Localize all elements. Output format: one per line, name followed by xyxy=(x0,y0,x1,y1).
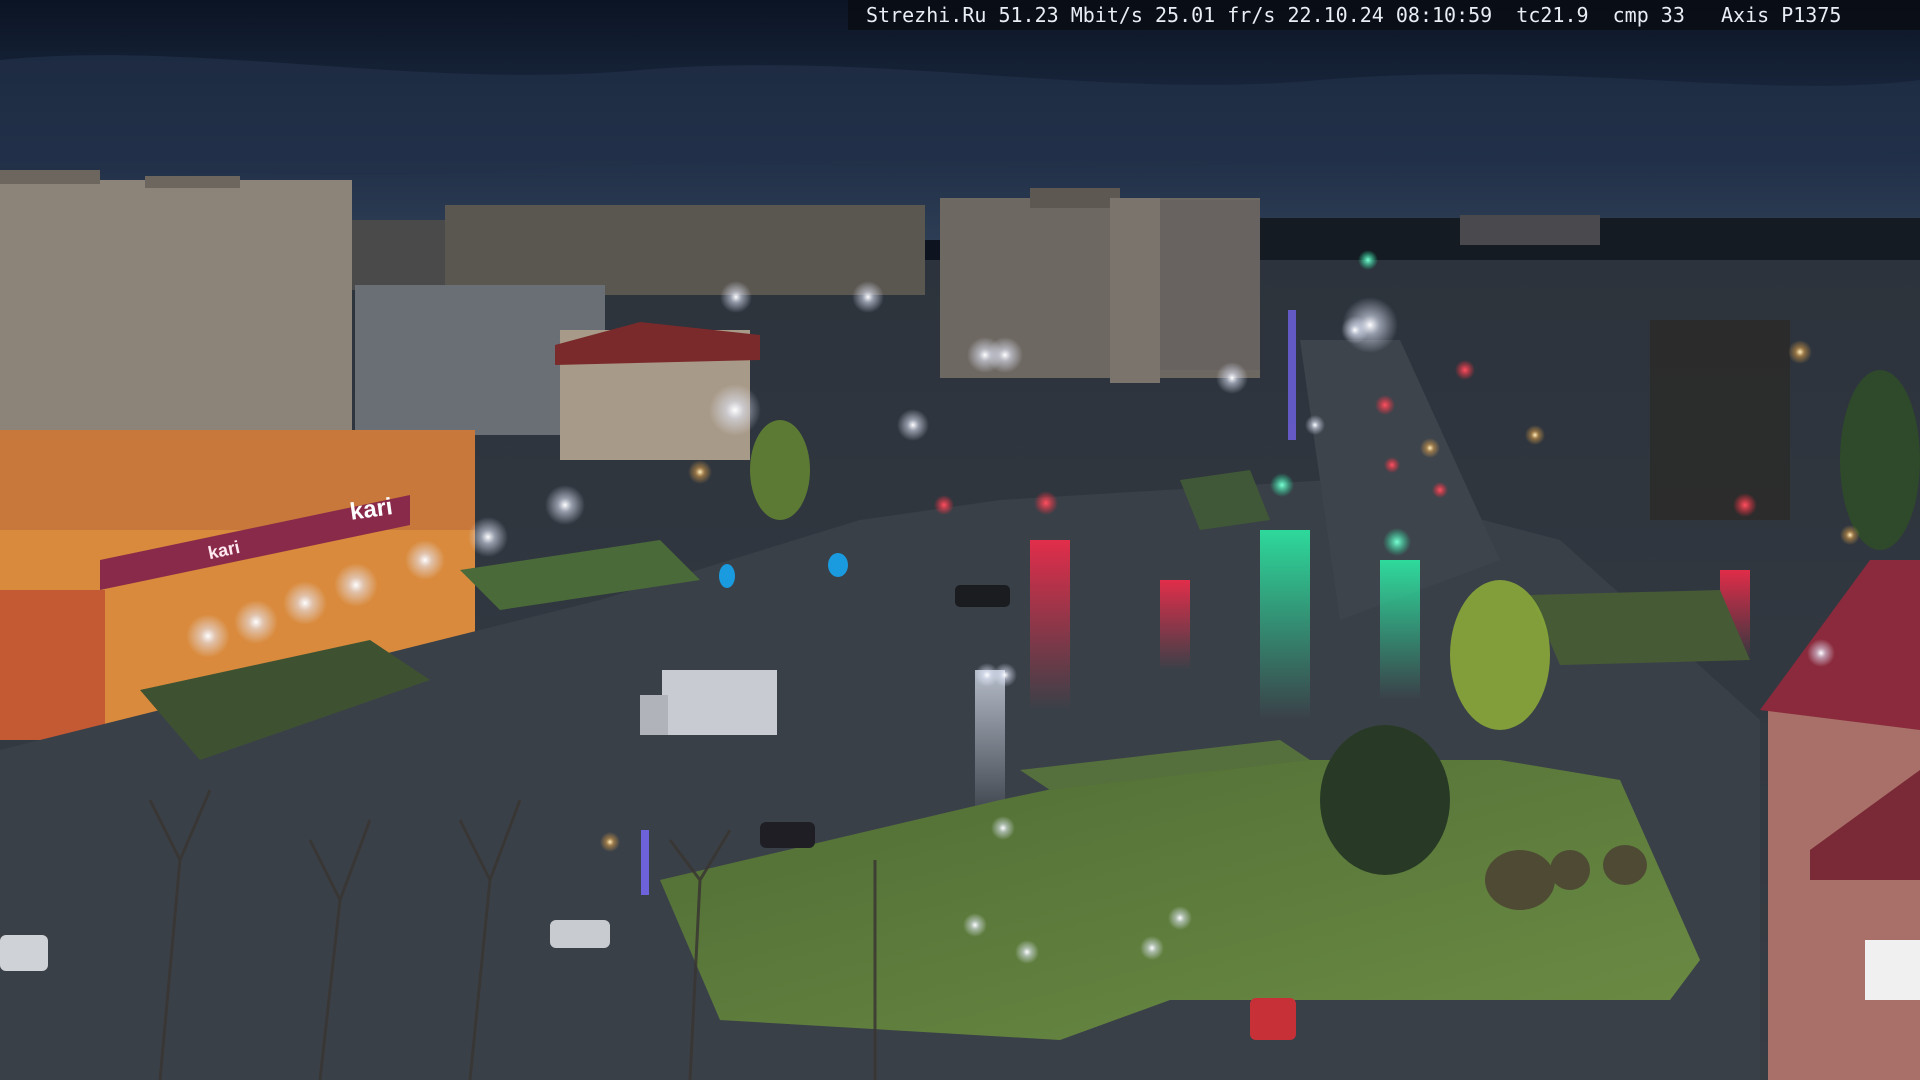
truck-cab xyxy=(640,695,668,735)
webcam-frame: kari kari Strezhi.Ru 51.23 Mbit/s 25.01 … xyxy=(0,0,1920,1080)
neon-column xyxy=(1288,310,1296,440)
osd-time: 08:10:59 xyxy=(1395,3,1493,27)
red-car-foreground xyxy=(1250,998,1296,1040)
city-street-scene xyxy=(0,0,1920,1080)
signal-green-2 xyxy=(1270,473,1294,497)
signal-red-4 xyxy=(1455,360,1475,380)
white-reflection xyxy=(975,670,1005,820)
osd-date: 22.10.24 xyxy=(1287,3,1384,27)
osd-framerate: 25.01 fr/s xyxy=(1155,3,1276,27)
signal-green-3 xyxy=(1358,250,1378,270)
signal-green-1 xyxy=(1383,528,1411,556)
osd-site: Strezhi.Ru xyxy=(866,3,987,27)
green-reflection-2 xyxy=(1380,560,1420,700)
osd-bitrate: 51.23 Mbit/s xyxy=(998,3,1143,27)
osd-camera-model: Axis P1375 xyxy=(1721,3,1842,27)
signal-red-3 xyxy=(1733,493,1757,517)
dark-car xyxy=(955,585,1010,607)
neon-post xyxy=(641,830,649,895)
camera-osd-overlay: Strezhi.Ru 51.23 Mbit/s 25.01 fr/s 22.10… xyxy=(848,0,1920,30)
silver-car xyxy=(550,920,610,948)
signal-red-1 xyxy=(1034,491,1058,515)
dark-car-2 xyxy=(760,822,815,848)
green-reflection xyxy=(1260,530,1310,720)
signal-red-2 xyxy=(934,495,954,515)
white-car-left xyxy=(0,935,48,971)
red-reflection-2 xyxy=(1160,580,1190,670)
lawn-right xyxy=(1530,590,1750,665)
red-reflection xyxy=(1030,540,1070,710)
osd-cmp: cmp 33 xyxy=(1612,3,1685,27)
truck-cargo xyxy=(662,670,777,735)
osd-tc: tc21.9 xyxy=(1516,3,1589,27)
